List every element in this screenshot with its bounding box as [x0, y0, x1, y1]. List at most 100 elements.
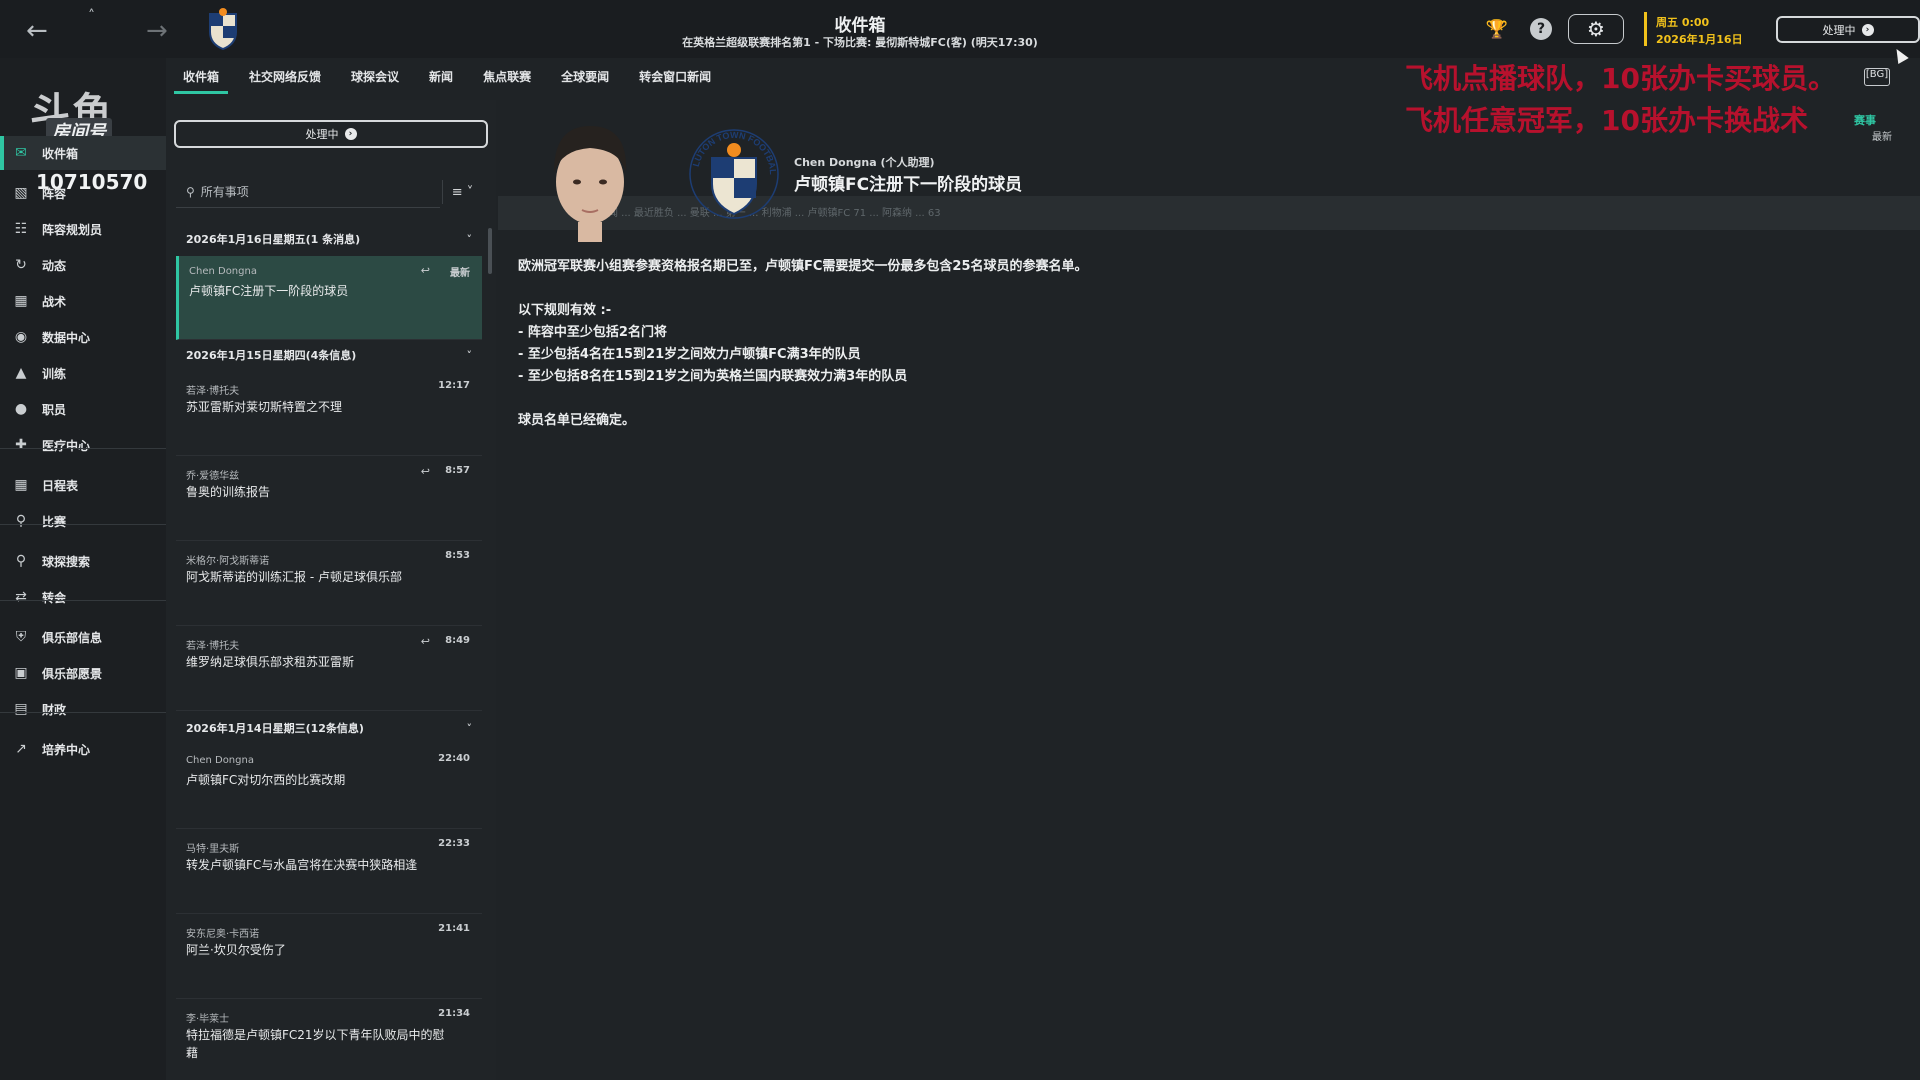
staff-icon: ● [14, 401, 28, 417]
tab-social-feedback[interactable]: 社交网络反馈 [234, 64, 336, 94]
sidebar-item-label: 日程表 [42, 478, 79, 493]
dynamics-icon: ↻ [15, 257, 27, 273]
sidebar-item-label: 俱乐部信息 [42, 630, 103, 645]
message-subject: 转发卢顿镇FC与水晶宫将在决赛中狭路相逢 [186, 858, 418, 872]
sidebar-item-data-hub[interactable]: ◉ 数据中心 [0, 320, 166, 354]
message-list-panel: 处理中 › ⚲ 所有事项 ≡ ˅ 2026年1月16日星期五(1 条消息) ˅ … [166, 100, 496, 1080]
sidebar-item-label: 阵容 [42, 186, 67, 201]
sidebar-divider [0, 712, 166, 713]
list-item[interactable]: Chen Dongna 卢顿镇FC对切尔西的比赛改期 22:40 [176, 745, 482, 829]
sidebar-item-scouting[interactable]: ⚲ 球探搜索 [0, 544, 166, 578]
tab-transfer-window-news[interactable]: 转会窗口新闻 [624, 64, 726, 94]
list-item[interactable]: 若泽·博托夫 苏亚雷斯对莱切斯特置之不理 12:17 [176, 372, 482, 456]
settings-button[interactable]: ⚙ [1568, 14, 1624, 44]
message-time: 8:57 [445, 465, 470, 476]
sidebar-item-development[interactable]: ↗ 培养中心 [0, 732, 166, 766]
message-subject: 卢顿镇FC对切尔西的比赛改期 [186, 773, 346, 787]
help-icon[interactable]: ? [1530, 18, 1552, 40]
list-item[interactable]: 若泽·博托夫 维罗纳足球俱乐部求租苏亚雷斯 ↩ 8:49 [176, 627, 482, 711]
group-header-label: 2026年1月14日星期三(12条信息) [186, 722, 364, 735]
body-paragraph: - 阵容中至少包括2名门将 [518, 325, 667, 340]
finance-icon: ▤ [14, 701, 28, 717]
sidebar-item-club-vision[interactable]: ▣ 俱乐部愿景 [0, 656, 166, 690]
message-sender: 马特·里夫斯 [186, 844, 240, 855]
list-scrollbar[interactable] [488, 228, 492, 274]
sidebar-item-staff[interactable]: ● 职员 [0, 392, 166, 426]
sidebar-item-inbox[interactable]: ✉ 收件箱 [0, 136, 166, 170]
list-item[interactable]: 安东尼奥·卡西诺 阿兰·坎贝尔受伤了 21:41 [176, 915, 482, 999]
widget-icon[interactable]: [BG] [1864, 68, 1890, 86]
tab-news[interactable]: 新闻 [414, 64, 468, 94]
sidebar-item-squad-planner[interactable]: ☷ 阵容规划员 [0, 212, 166, 246]
sidebar: 斗鱼 房间号 ⌂ 10710570 ✉ 收件箱 ▧ 阵容 ☷ 阵容规划员 ↻ 动… [0, 58, 166, 1080]
list-continue-button[interactable]: 处理中 › [174, 120, 488, 148]
continue-button[interactable]: 处理中 › [1776, 16, 1920, 43]
tab-inbox[interactable]: 收件箱 [168, 64, 234, 94]
sidebar-item-squad[interactable]: ▧ 阵容 [0, 176, 166, 210]
continue-arrow-icon: › [344, 128, 357, 140]
tab-bar: 收件箱 社交网络反馈 球探会议 新闻 焦点联赛 全球要闻 转会窗口新闻 [168, 64, 726, 94]
sidebar-item-training[interactable]: ▲ 训练 [0, 356, 166, 390]
group-header[interactable]: 2026年1月14日星期三(12条信息) ˅ [176, 713, 482, 743]
message-time: 21:41 [438, 923, 470, 934]
body-paragraph: - 至少包括8名在15到21岁之间为英格兰国内联赛效力满3年的队员 [518, 369, 908, 384]
sidebar-item-label: 战术 [42, 294, 67, 309]
continue-label: 处理中 [1822, 23, 1856, 37]
trophy-icon: ⚲ [15, 513, 27, 529]
sidebar-item-label: 球探搜索 [42, 554, 91, 569]
sidebar-item-club-info[interactable]: ⛨ 俱乐部信息 [0, 620, 166, 654]
list-item[interactable]: 米格尔·阿戈斯蒂诺 阿戈斯蒂诺的训练汇报 - 卢顿足球俱乐部 8:53 [176, 542, 482, 626]
group-header[interactable]: 2026年1月15日星期四(4条信息) ˅ [176, 340, 482, 370]
sidebar-item-dynamics[interactable]: ↻ 动态 [0, 248, 166, 282]
sidebar-item-label: 医疗中心 [42, 438, 91, 453]
stream-overlay-line: 飞机任意冠军，10张办卡换战术 [1405, 104, 1808, 137]
reply-icon: ↩ [420, 264, 430, 277]
sidebar-item-label: 训练 [42, 366, 67, 381]
tab-world-news[interactable]: 全球要闻 [546, 64, 624, 94]
message-sender: 李·毕莱士 [186, 1014, 230, 1025]
list-item[interactable]: 乔·爱德华兹 鲁奥的训练报告 ↩ 8:57 [176, 457, 482, 541]
tactics-icon: ▦ [14, 293, 28, 309]
sender-avatar[interactable] [540, 116, 640, 242]
sidebar-item-tactics[interactable]: ▦ 战术 [0, 284, 166, 318]
search-icon: ⚲ [186, 184, 195, 199]
message-subject: 阿戈斯蒂诺的训练汇报 - 卢顿足球俱乐部 [186, 570, 402, 584]
continue-label: 处理中 [305, 128, 339, 141]
message-detail: 新闻 ... 最近胜负 ... 曼联 ... 第一 ... 利物浦 ... 卢顿… [498, 100, 1920, 1080]
list-item[interactable]: Chen Dongna 卢顿镇FC注册下一阶段的球员 ↩ 最新 [176, 256, 482, 340]
clipboard-icon: ☷ [14, 221, 28, 237]
sidebar-item-schedule[interactable]: ▦ 日程表 [0, 468, 166, 502]
shirt-icon: ▧ [14, 185, 28, 201]
filter-button[interactable]: ≡ ˅ [442, 180, 482, 204]
list-item[interactable]: 马特·里夫斯 转发卢顿镇FC与水晶宫将在决赛中狭路相逢 22:33 [176, 830, 482, 914]
sidebar-item-competitions[interactable]: ⚲ 比赛 [0, 504, 166, 538]
current-time: 周五 0:00 [1656, 16, 1710, 29]
reply-icon: ↩ [420, 635, 430, 648]
message-sender: Chen Dongna [189, 266, 257, 277]
sender-line[interactable]: Chen Dongna (个人助理) [794, 154, 935, 170]
club-crest-icon: LUTON TOWN FOOTBALL CLUB [688, 122, 779, 219]
list-item[interactable]: 李·毕莱士 特拉福德是卢顿镇FC21岁以下青年队败局中的慰藉 21:34 [176, 1000, 482, 1080]
tab-focus-leagues[interactable]: 焦点联赛 [468, 64, 546, 94]
page-subtitle: 在英格兰超级联赛排名第1 - 下场比赛: 曼彻斯特城FC(客) (明天17:30… [682, 36, 1038, 49]
search-input[interactable]: ⚲ 所有事项 [176, 176, 440, 208]
group-header-label: 2026年1月16日星期五(1 条消息) [186, 233, 361, 246]
sidebar-divider [0, 524, 166, 525]
sidebar-item-label: 培养中心 [42, 742, 91, 757]
tab-scout-meeting[interactable]: 球探会议 [336, 64, 414, 94]
sidebar-item-label: 收件箱 [42, 146, 79, 161]
sidebar-item-medical[interactable]: ✚ 医疗中心 [0, 428, 166, 462]
group-header[interactable]: 2026年1月16日星期五(1 条消息) ˅ [176, 224, 482, 254]
sidebar-item-label: 俱乐部愿景 [42, 666, 103, 681]
sidebar-item-transfers[interactable]: ⇄ 转会 [0, 580, 166, 614]
trophy-icon[interactable]: 🏆 [1486, 18, 1508, 40]
development-icon: ↗ [15, 741, 27, 757]
message-sender: 若泽·博托夫 [186, 386, 240, 397]
reply-icon: ↩ [420, 465, 430, 478]
message-time: 22:40 [438, 753, 470, 764]
page-title: 收件箱 [834, 16, 886, 36]
message-sender: 乔·爱德华兹 [186, 471, 240, 482]
sidebar-item-finances[interactable]: ▤ 财政 [0, 692, 166, 726]
message-time: 8:49 [445, 635, 470, 646]
